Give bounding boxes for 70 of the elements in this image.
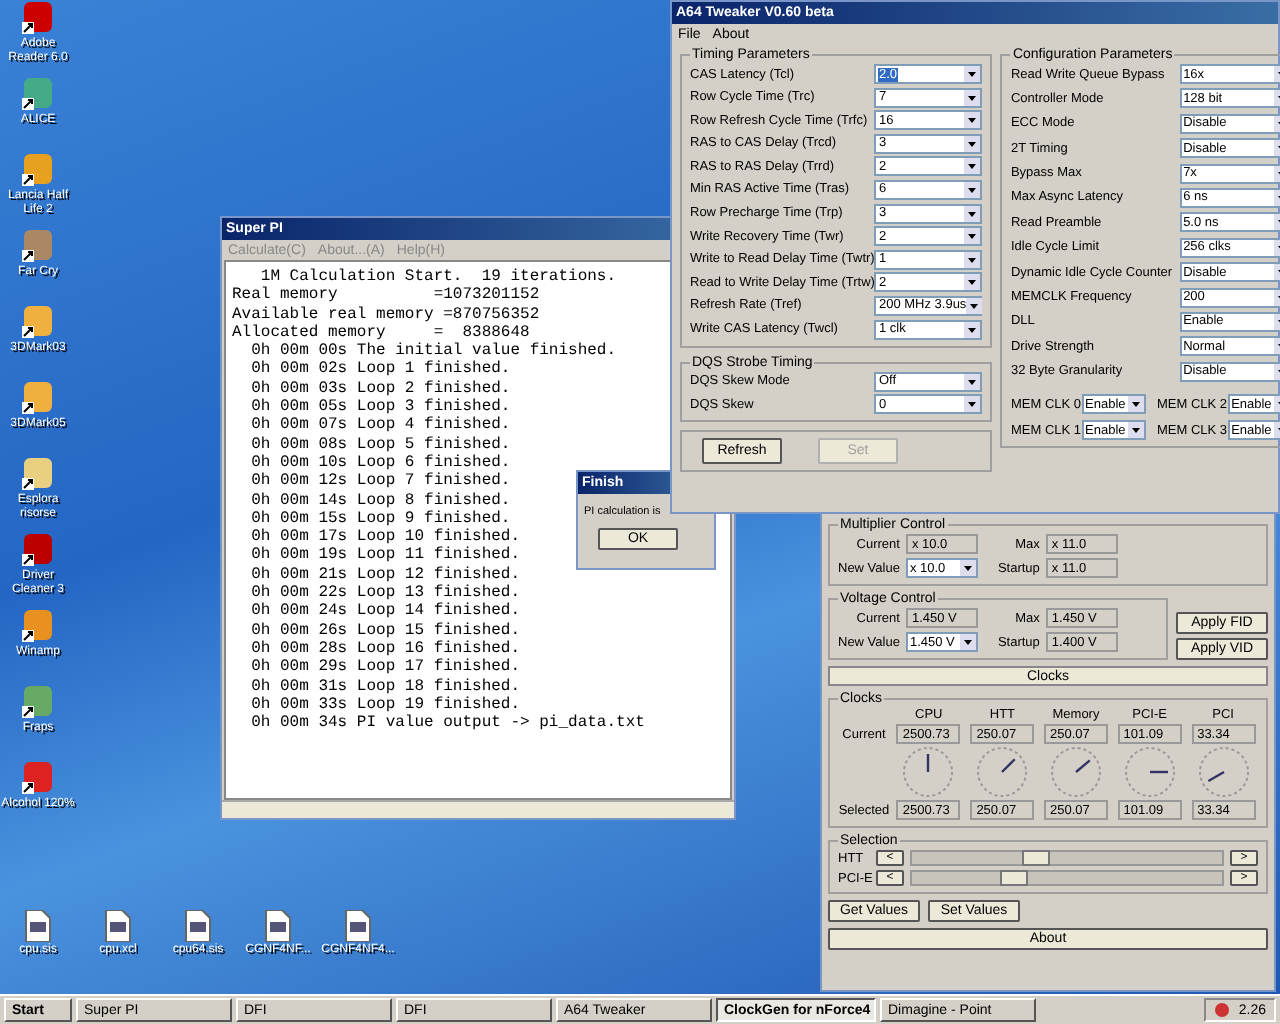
shortcut-icon[interactable] bbox=[20, 228, 56, 264]
dropdown-arrow-icon bbox=[1127, 396, 1144, 413]
document-icon[interactable] bbox=[344, 910, 372, 942]
clock-dial-drawing bbox=[902, 746, 955, 798]
horizontal-scrollbar[interactable] bbox=[222, 800, 734, 818]
console-line: 0h 00m 17s Loop 10 finished. bbox=[249, 528, 521, 547]
console-line: 0h 00m 08s Loop 5 finished. bbox=[249, 435, 511, 454]
console-line: 0h 00m 28s Loop 16 finished. bbox=[249, 639, 521, 658]
console-line: 0h 00m 10s Loop 6 finished. bbox=[249, 453, 511, 472]
shortcut-icon[interactable] bbox=[20, 380, 56, 416]
dropdown-arrow-icon bbox=[959, 634, 976, 650]
dropdown-arrow-icon bbox=[964, 158, 981, 175]
shortcut-icon[interactable] bbox=[20, 76, 56, 112]
console-line: 0h 00m 05s Loop 3 finished. bbox=[249, 398, 511, 417]
dropdown-arrow-icon bbox=[964, 66, 981, 82]
document-icon[interactable] bbox=[24, 910, 52, 942]
dropdown-arrow-icon bbox=[1127, 422, 1144, 439]
console-line: 0h 00m 14s Loop 8 finished. bbox=[249, 491, 511, 510]
console-line: 0h 00m 22s Loop 13 finished. bbox=[249, 584, 521, 603]
console-line: 0h 00m 07s Loop 4 finished. bbox=[249, 416, 511, 436]
clock-dial-drawing bbox=[976, 746, 1029, 798]
console-line: 0h 00m 12s Loop 7 finished. bbox=[249, 472, 511, 492]
shortcut-icon[interactable] bbox=[20, 304, 56, 340]
shortcut-icon[interactable] bbox=[20, 532, 56, 568]
console-line: 0h 00m 26s Loop 15 finished. bbox=[249, 621, 521, 640]
dropdown-arrow-icon bbox=[964, 396, 981, 413]
console-line: 0h 00m 19s Loop 11 finished. bbox=[249, 546, 521, 566]
clock-dial-drawing bbox=[1049, 746, 1102, 798]
dropdown-arrow-icon bbox=[964, 251, 981, 268]
shortcut-icon[interactable] bbox=[20, 608, 56, 644]
shortcut-icon[interactable] bbox=[20, 684, 56, 720]
slider-thumb[interactable] bbox=[1000, 870, 1029, 886]
console-line: Available real memory =870756352 bbox=[232, 305, 540, 324]
console-line: 0h 00m 00s The initial value finished. bbox=[249, 342, 617, 361]
clock-dial-drawing bbox=[1197, 746, 1250, 798]
dropdown-arrow-icon bbox=[964, 112, 981, 129]
console-line: 0h 00m 21s Loop 12 finished. bbox=[249, 565, 521, 584]
console-line: 0h 00m 34s PI value output -> pi_data.txt bbox=[249, 714, 645, 733]
dropdown-arrow-icon bbox=[964, 274, 981, 291]
clock-dial-drawing bbox=[1123, 746, 1176, 798]
document-icon[interactable] bbox=[104, 910, 132, 942]
dropdown-arrow-icon bbox=[964, 228, 981, 245]
console-line: 1M Calculation Start. 19 iterations. bbox=[258, 268, 617, 286]
shortcut-icon[interactable] bbox=[20, 152, 56, 188]
console-line: 0h 00m 31s Loop 18 finished. bbox=[249, 677, 521, 696]
console-line: Real memory =1073201152 bbox=[232, 286, 540, 306]
dropdown-arrow-icon bbox=[966, 297, 983, 314]
console-line: 0h 00m 03s Loop 2 finished. bbox=[249, 379, 511, 398]
document-icon[interactable] bbox=[184, 910, 212, 942]
console-line: Allocated memory = 8388648 bbox=[232, 323, 530, 342]
console-line: 0h 00m 29s Loop 17 finished. bbox=[249, 658, 521, 678]
dropdown-arrow-icon bbox=[964, 373, 981, 390]
slider-thumb[interactable] bbox=[1022, 850, 1050, 866]
document-icon[interactable] bbox=[264, 910, 292, 942]
dropdown-arrow-icon bbox=[959, 560, 976, 576]
shortcut-icon[interactable] bbox=[20, 456, 56, 492]
slider-track[interactable] bbox=[910, 870, 1224, 886]
dropdown-arrow-icon bbox=[964, 89, 981, 106]
dropdown-arrow-icon bbox=[964, 205, 981, 222]
dropdown-arrow-icon bbox=[964, 321, 981, 338]
dropdown-arrow-icon bbox=[964, 181, 981, 198]
console-line: 0h 00m 33s Loop 19 finished. bbox=[249, 695, 521, 714]
slider-track[interactable] bbox=[910, 850, 1224, 866]
console-line: 0h 00m 15s Loop 9 finished. bbox=[249, 509, 511, 528]
shortcut-icon[interactable] bbox=[20, 0, 56, 36]
tray-icon[interactable] bbox=[1214, 1002, 1231, 1018]
dropdown-arrow-icon bbox=[964, 135, 981, 152]
shortcut-icon[interactable] bbox=[20, 760, 56, 796]
console-line: 0h 00m 02s Loop 1 finished. bbox=[249, 360, 511, 380]
console-line: 0h 00m 24s Loop 14 finished. bbox=[249, 602, 521, 622]
